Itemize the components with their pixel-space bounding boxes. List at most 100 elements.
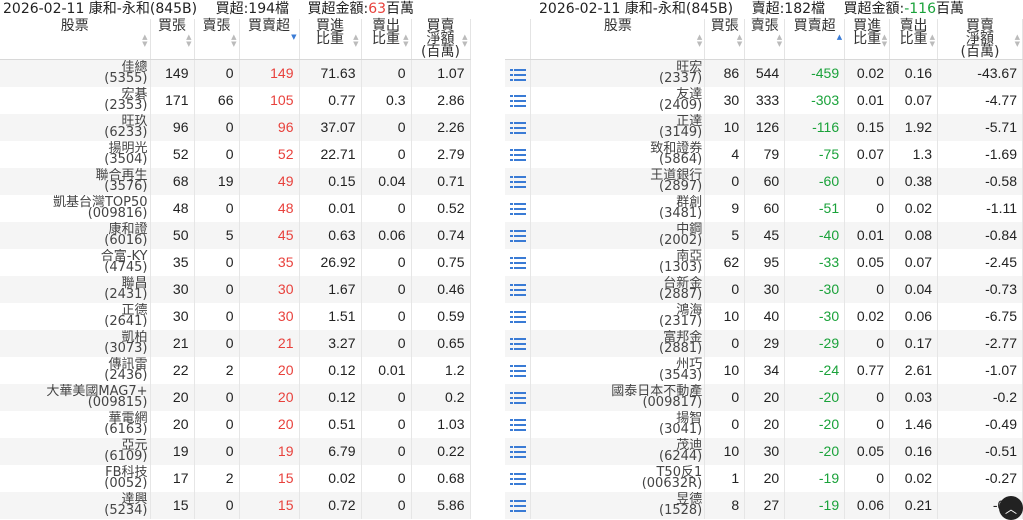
table-row[interactable]: 聯昌 (2431) 30 0 30 1.67 0 0.46	[0, 275, 471, 303]
list-icon[interactable]	[509, 203, 526, 216]
stock-code[interactable]: (6233)	[5, 126, 147, 139]
list-icon[interactable]	[509, 257, 526, 270]
stock-cell[interactable]: 旺玖 (6233)	[0, 113, 151, 141]
stock-cell[interactable]: 亞元 (6109)	[0, 437, 151, 465]
col-header-net[interactable]: 買賣超 ▲	[784, 19, 846, 60]
stock-code[interactable]: (3041)	[536, 423, 702, 436]
col-header-amount[interactable]: 買賣 淨額 (百萬) ▲ ▼	[411, 19, 471, 60]
col-header-stock[interactable]: 股票 ▲ ▼	[530, 19, 706, 60]
list-icon[interactable]	[509, 230, 526, 243]
stock-code[interactable]: (3543)	[536, 369, 702, 382]
row-menu-cell[interactable]	[505, 248, 532, 276]
table-row[interactable]: 昱德(1528)827-190.060.21-0.4	[505, 491, 1023, 519]
table-row[interactable]: 茂迪 (6244) 10 30 -20 0.05 0.16 -0.51	[505, 437, 1023, 465]
table-row[interactable]: 鴻海 (2317) 10 40 -30 0.02 0.06 -6.75	[505, 302, 1023, 330]
row-menu-cell[interactable]	[505, 59, 532, 87]
list-icon[interactable]	[509, 95, 526, 108]
stock-cell[interactable]: 達興 (5234)	[0, 491, 151, 519]
stock-cell[interactable]: 友達 (2409)	[530, 86, 706, 114]
col-header-buy-ratio[interactable]: 買進 比重 ▲ ▼	[844, 19, 891, 60]
stock-cell[interactable]: T50反1 (00632R)	[530, 464, 706, 492]
list-icon[interactable]	[509, 284, 526, 297]
stock-code[interactable]: (2002)	[536, 234, 702, 247]
stock-code[interactable]: (3149)	[536, 126, 702, 139]
col-header-stock[interactable]: 股票 ▲ ▼	[0, 19, 151, 60]
table-row[interactable]: 大華美國MAG7+ (009815) 20 0 20 0.12 0 0.2	[0, 383, 471, 411]
stock-code[interactable]: (2881)	[536, 342, 702, 355]
col-header-sell[interactable]: 賣張 ▲ ▼	[194, 19, 240, 60]
stock-cell[interactable]: 中鋼 (2002)	[530, 221, 706, 249]
stock-code[interactable]: (3073)	[5, 342, 147, 355]
stock-cell[interactable]: 華電網 (6163)	[0, 410, 151, 438]
stock-cell[interactable]: 州巧 (3543)	[530, 356, 706, 384]
stock-code[interactable]: (2353)	[5, 99, 147, 112]
table-row[interactable]: 群創 (3481) 9 60 -51 0 0.02 -1.11	[505, 194, 1023, 222]
stock-cell[interactable]: 佳總 (5355)	[0, 59, 151, 87]
table-row[interactable]: FB科技 (0052) 17 2 15 0.02 0 0.68	[0, 464, 471, 492]
table-row[interactable]: 揚明光 (3504) 52 0 52 22.71 0 2.79	[0, 140, 471, 168]
stock-cell[interactable]: 旺宏 (2337)	[530, 59, 706, 87]
stock-code[interactable]: (2337)	[536, 72, 702, 85]
table-row[interactable]: 傳訊雷 (2436) 22 2 20 0.12 0.01 1.2	[0, 356, 471, 384]
row-menu-cell[interactable]	[505, 167, 532, 195]
stock-code[interactable]: (3481)	[536, 207, 702, 220]
stock-code[interactable]: (6244)	[536, 450, 702, 463]
stock-code[interactable]: (2431)	[5, 288, 147, 301]
table-row[interactable]: 亞元 (6109) 19 0 19 6.79 0 0.22	[0, 437, 471, 465]
list-icon[interactable]	[509, 446, 526, 459]
table-row[interactable]: 州巧 (3543) 10 34 -24 0.77 2.61 -1.07	[505, 356, 1023, 384]
table-row[interactable]: 旺玖 (6233) 96 0 96 37.07 0 2.26	[0, 113, 471, 141]
stock-cell[interactable]: 聯合再生 (3576)	[0, 167, 151, 195]
table-row[interactable]: 台新金 (2887) 0 30 -30 0 0.04 -0.73	[505, 275, 1023, 303]
stock-cell[interactable]: 揚智 (3041)	[530, 410, 706, 438]
col-header-amount[interactable]: 買賣 淨額 (百萬) ▲ ▼	[937, 19, 1023, 60]
table-row[interactable]: 佳總 (5355) 149 0 149 71.63 0 1.07	[0, 59, 471, 87]
table-row[interactable]: 中鋼 (2002) 5 45 -40 0.01 0.08 -0.84	[505, 221, 1023, 249]
table-row[interactable]: 凱柏 (3073) 21 0 21 3.27 0 0.65	[0, 329, 471, 357]
stock-cell[interactable]: FB科技 (0052)	[0, 464, 151, 492]
table-row[interactable]: 王道銀行 (2897) 0 60 -60 0 0.38 -0.58	[505, 167, 1023, 195]
stock-code[interactable]: (1303)	[536, 261, 702, 274]
row-menu-cell[interactable]	[505, 140, 532, 168]
list-icon[interactable]	[509, 311, 526, 324]
stock-code[interactable]: (4745)	[5, 261, 147, 274]
table-row[interactable]: 合富-KY (4745) 35 0 35 26.92 0 0.75	[0, 248, 471, 276]
list-icon[interactable]	[509, 365, 526, 378]
stock-cell[interactable]: 茂迪 (6244)	[530, 437, 706, 465]
row-menu-cell[interactable]	[505, 356, 532, 384]
stock-code[interactable]: (2436)	[5, 369, 147, 382]
stock-cell[interactable]: 揚明光 (3504)	[0, 140, 151, 168]
table-row[interactable]: 國泰日本不動產 (009817) 0 20 -20 0 0.03 -0.2	[505, 383, 1023, 411]
list-icon[interactable]	[509, 419, 526, 432]
stock-code[interactable]: (3504)	[5, 153, 147, 166]
stock-cell[interactable]: 正德 (2641)	[0, 302, 151, 330]
table-row[interactable]: 富邦金 (2881) 0 29 -29 0 0.17 -2.77	[505, 329, 1023, 357]
stock-cell[interactable]: 傳訊雷 (2436)	[0, 356, 151, 384]
stock-cell[interactable]: 台新金 (2887)	[530, 275, 706, 303]
stock-code[interactable]: (0052)	[5, 477, 147, 490]
row-menu-cell[interactable]	[505, 464, 532, 492]
list-icon[interactable]	[509, 392, 526, 405]
stock-cell[interactable]: 國泰日本不動產 (009817)	[530, 383, 706, 411]
table-row[interactable]: 友達 (2409) 30 333 -303 0.01 0.07 -4.77	[505, 86, 1023, 114]
stock-cell[interactable]: 鴻海 (2317)	[530, 302, 706, 330]
stock-cell[interactable]: 大華美國MAG7+ (009815)	[0, 383, 151, 411]
table-row[interactable]: 宏碁 (2353) 171 66 105 0.77 0.3 2.86	[0, 86, 471, 114]
list-icon[interactable]	[509, 473, 526, 486]
row-menu-cell[interactable]	[505, 437, 532, 465]
col-header-sell[interactable]: 賣張 ▲ ▼	[744, 19, 786, 60]
table-row[interactable]: 旺宏 (2337) 86 544 -459 0.02 0.16 -43.67	[505, 59, 1023, 87]
row-menu-cell[interactable]	[505, 410, 532, 438]
stock-code[interactable]: (2897)	[536, 180, 702, 193]
table-row[interactable]: 致和證券 (5864) 4 79 -75 0.07 1.3 -1.69	[505, 140, 1023, 168]
stock-cell[interactable]: 正達 (3149)	[530, 113, 706, 141]
stock-code[interactable]: (2409)	[536, 99, 702, 112]
stock-code[interactable]: (2887)	[536, 288, 702, 301]
stock-code[interactable]: (00632R)	[536, 477, 703, 490]
stock-cell[interactable]: 凱基台灣TOP50 (009816)	[0, 194, 151, 222]
col-header-buy[interactable]: 買張 ▲ ▼	[150, 19, 195, 60]
stock-code[interactable]: (6109)	[5, 450, 147, 463]
stock-cell[interactable]: 康和證 (6016)	[0, 221, 151, 249]
stock-cell[interactable]: 致和證券 (5864)	[530, 140, 706, 168]
table-row[interactable]: 揚智 (3041) 0 20 -20 0 1.46 -0.49	[505, 410, 1023, 438]
